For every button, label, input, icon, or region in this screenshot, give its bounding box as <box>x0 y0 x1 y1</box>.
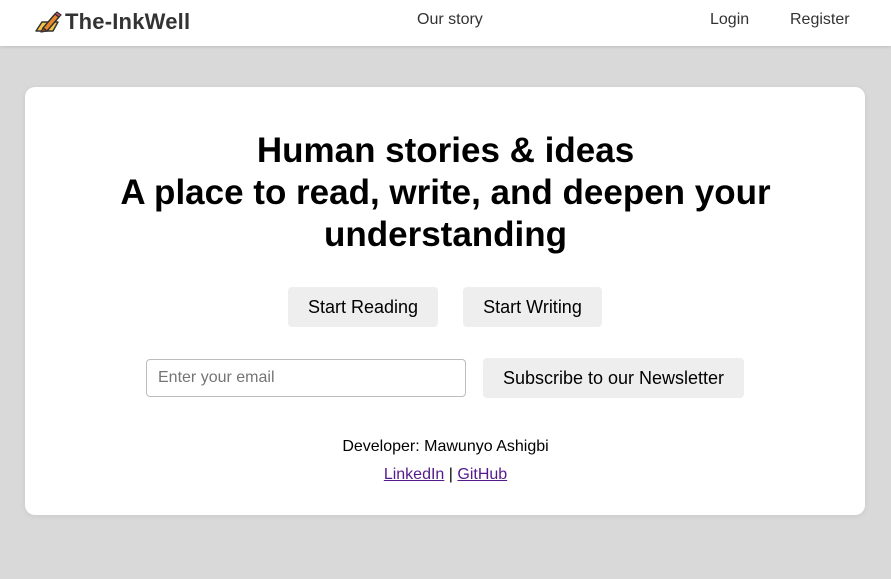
start-writing-button[interactable]: Start Writing <box>463 287 602 327</box>
hero-heading: Human stories & ideas A place to read, w… <box>0 130 891 256</box>
subscribe-newsletter-button[interactable]: Subscribe to our Newsletter <box>483 358 744 398</box>
pencil-icon <box>33 9 63 35</box>
brand-name: The-InkWell <box>65 9 191 34</box>
link-separator: | <box>448 466 453 483</box>
hero-subtitle: A place to read, write, and deepen your … <box>120 173 771 254</box>
github-link[interactable]: GitHub <box>457 466 507 483</box>
nav-login-link[interactable]: Login <box>710 11 749 29</box>
developer-credit: Developer: Mawunyo Ashigbi <box>342 438 549 455</box>
nav-register-link[interactable]: Register <box>790 11 850 29</box>
social-links: LinkedIn | GitHub <box>0 466 891 484</box>
nav-our-story-link[interactable]: Our story <box>417 11 483 29</box>
hero-title: Human stories & ideas <box>256 131 635 170</box>
linkedin-link[interactable]: LinkedIn <box>384 466 445 483</box>
start-reading-button[interactable]: Start Reading <box>288 287 438 327</box>
top-navbar: The-InkWell Our story Login Register <box>0 0 891 46</box>
brand-logo[interactable]: The-InkWell <box>33 9 190 35</box>
email-input[interactable] <box>146 359 466 397</box>
